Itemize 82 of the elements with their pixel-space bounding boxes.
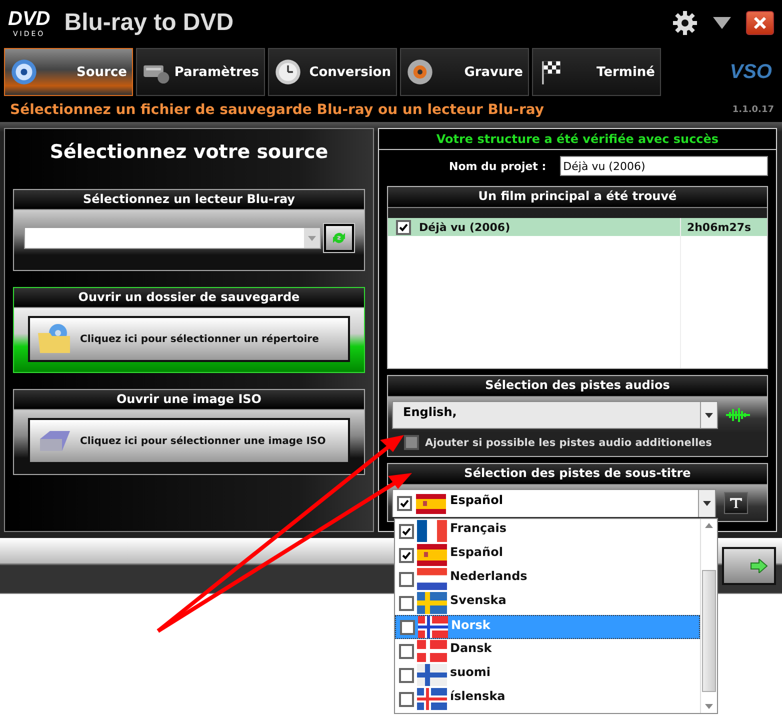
option-label: Dansk [450, 640, 492, 655]
refresh-icon [331, 230, 347, 246]
checkbox-label: Ajouter si possible les pistes audio additionelles [425, 436, 712, 448]
dropdown-value: Español [450, 492, 504, 507]
title-name: Déjà vu (2006) [419, 220, 512, 234]
group-title: Ouvrir un dossier de sauvegarde [14, 288, 364, 308]
checkbox[interactable] [399, 692, 414, 706]
caret-icon [703, 501, 711, 506]
tab[interactable]: Gravure [400, 48, 529, 96]
brand-logo: VSO [730, 60, 772, 82]
select-button[interactable]: Cliquez ici pour sélectionner une image ISO [28, 418, 350, 464]
subtitle-option[interactable]: íslenska [395, 687, 700, 711]
next-button[interactable] [722, 546, 776, 584]
subtitle-option[interactable]: Dansk [395, 639, 700, 663]
clock-icon [274, 58, 302, 86]
group-title: Sélectionnez un lecteur Blu-ray [14, 190, 364, 210]
checkbox[interactable] [397, 496, 412, 511]
option-label: suomi [450, 664, 491, 679]
checkbox[interactable] [399, 596, 414, 610]
letter-t-icon [729, 497, 743, 509]
title-duration: 2h06m27s [686, 220, 752, 234]
scroll-down-icon[interactable] [705, 704, 713, 709]
caret-icon [308, 236, 316, 240]
flag-icon [417, 664, 447, 686]
subtitle-option[interactable]: Français [395, 519, 700, 543]
disc-icon [10, 58, 38, 86]
audio-dropdown[interactable]: English, [392, 401, 718, 429]
caret-icon [705, 412, 713, 418]
checkbox[interactable] [399, 524, 414, 538]
subtitle-option[interactable]: Nederlands [395, 567, 700, 591]
subtitle-option[interactable]: Svenska [395, 591, 700, 615]
window-title: Blu-ray to DVD [64, 9, 234, 37]
checkbox[interactable] [404, 435, 419, 450]
caret-icon[interactable] [712, 16, 732, 30]
settings-icon[interactable] [672, 10, 698, 36]
flag-icon [417, 592, 447, 614]
status-message: Votre structure a été vérifiée avec succès [379, 129, 776, 150]
field-label: Nom du projet : [449, 160, 546, 172]
group-title: Sélection des pistes de sous-titre [388, 464, 767, 485]
checkbox[interactable] [399, 668, 414, 682]
tab[interactable]: Source [4, 48, 133, 96]
option-label: Svenska [450, 592, 506, 607]
folder-icon [36, 323, 72, 355]
flag-icon [416, 494, 446, 514]
project-name-field[interactable]: Déjà vu (2006) [560, 156, 768, 176]
tab[interactable]: Conversion [268, 48, 397, 96]
option-label: íslenska [450, 688, 506, 703]
panel-heading: Sélectionnez votre source [48, 141, 330, 163]
scrollbar-thumb[interactable] [702, 570, 716, 692]
close-icon [753, 16, 767, 30]
checkbox[interactable] [400, 620, 415, 634]
flag-icon [417, 640, 447, 662]
arrow-icon [750, 558, 768, 572]
waveform-icon[interactable] [726, 407, 750, 423]
subtitle-option[interactable]: suomi [395, 663, 700, 687]
title-row[interactable]: Déjà vu (2006) 2h06m27s [388, 218, 767, 236]
instruction-text: Sélectionnez un fichier de sauvegarde Blu-ray ou un lecteur Blu-ray [10, 102, 544, 118]
group-title: Un film principal a été trouvé [388, 187, 767, 208]
tab[interactable]: Paramètres [136, 48, 265, 96]
select-button[interactable]: Cliquez ici pour sélectionner un répertoire [28, 316, 350, 362]
tab[interactable]: Terminé [532, 48, 661, 96]
checkbox[interactable] [399, 644, 414, 658]
checkbox[interactable] [399, 548, 414, 562]
refresh-button[interactable] [324, 224, 354, 252]
subtitle-option[interactable]: Español [395, 543, 700, 567]
flag-icon [417, 520, 447, 542]
option-label: Español [450, 544, 503, 559]
checkbox[interactable] [399, 572, 414, 586]
option-label: Nederlands [450, 568, 528, 583]
flag-icon [418, 616, 448, 638]
close-button[interactable] [746, 11, 774, 35]
flag-icon [417, 544, 447, 566]
option-label: Norsk [451, 617, 490, 632]
checkbox[interactable] [396, 220, 411, 234]
option-label: Français [450, 520, 506, 535]
text-style-button[interactable] [724, 492, 748, 514]
group-title: Ouvrir une image ISO [14, 390, 364, 410]
flag-icon [417, 688, 447, 710]
flag-icon [417, 568, 447, 590]
version-label: 1.1.0.17 [732, 105, 774, 115]
disc-icon [406, 58, 434, 86]
group-title: Sélection des pistes audios [388, 376, 767, 397]
